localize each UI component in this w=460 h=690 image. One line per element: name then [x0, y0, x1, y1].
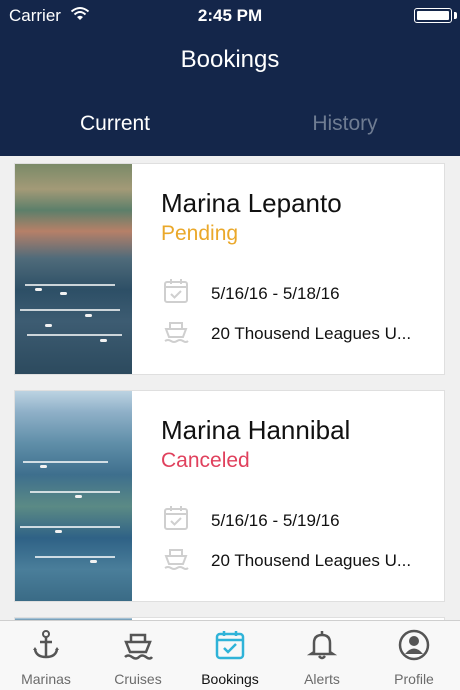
tab-label: Marinas: [21, 671, 71, 687]
tabbar-marinas[interactable]: Marinas: [0, 621, 92, 690]
booking-vessel: 20 Thousend Leagues U...: [211, 551, 412, 570]
booking-card-marina-hannibal[interactable]: Marina Hannibal Canceled 5/16/16 - 5/19/…: [14, 390, 445, 602]
battery-tip: [454, 12, 457, 19]
marina-lepanto-photo: [15, 164, 132, 374]
clock: 2:45 PM: [197, 6, 263, 25]
calendar-check-icon: [215, 631, 245, 660]
booking-dates: 5/16/16 - 5/18/16: [211, 284, 340, 303]
tab-current[interactable]: Current: [0, 112, 230, 136]
marina-name: Marina Hannibal: [161, 415, 351, 445]
tabbar-cruises[interactable]: Cruises: [92, 621, 184, 690]
booking-vessel: 20 Thousend Leagues U...: [211, 324, 412, 343]
ship-icon: [124, 633, 154, 660]
tab-bar: Marinas Cruises Bookings Alerts Profile: [0, 620, 460, 690]
status-bar: Carrier 2:45 PM: [0, 0, 460, 32]
booking-dates: 5/16/16 - 5/19/16: [211, 511, 340, 530]
bell-icon: [306, 631, 338, 660]
tab-label: Bookings: [201, 671, 259, 687]
status-badge: Pending: [161, 222, 239, 245]
tab-label: Alerts: [304, 671, 340, 687]
status-badge: Canceled: [161, 449, 250, 472]
calendar-check-icon: [164, 279, 188, 303]
ship-icon: [164, 549, 189, 570]
battery-icon: [414, 8, 452, 23]
tab-history[interactable]: History: [230, 112, 460, 136]
calendar-check-icon: [164, 506, 188, 530]
booking-card-marina-lepanto[interactable]: Marina Lepanto Pending 5/16/16 - 5/18/16…: [14, 163, 445, 375]
tabbar-bookings[interactable]: Bookings: [184, 621, 276, 690]
tabbar-alerts[interactable]: Alerts: [276, 621, 368, 690]
ship-icon: [164, 322, 189, 343]
user-icon: [398, 629, 430, 661]
anchor-icon: [33, 630, 59, 659]
marina-name: Marina Lepanto: [161, 188, 342, 218]
tab-label: Cruises: [114, 671, 162, 687]
page-title: Bookings: [180, 46, 280, 73]
marina-hannibal-photo: [15, 391, 132, 601]
tab-label: Profile: [394, 671, 434, 687]
tabbar-profile[interactable]: Profile: [368, 621, 460, 690]
header: Carrier 2:45 PM Bookings Current History: [0, 0, 460, 156]
